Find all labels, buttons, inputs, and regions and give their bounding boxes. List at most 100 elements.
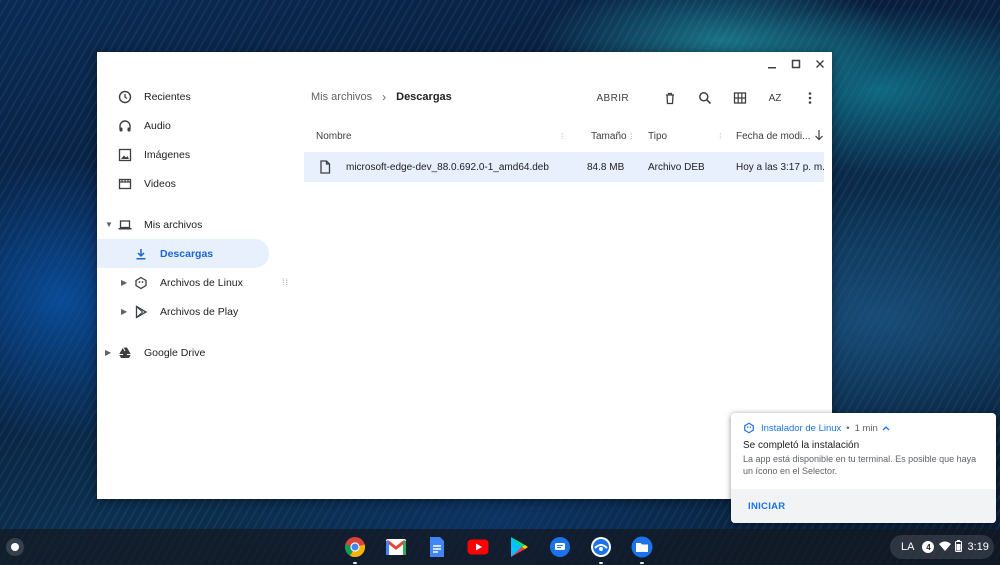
messages-icon [550, 537, 570, 557]
sidebar-item-archivos-de-linux[interactable]: ▶ Archivos de Linux [97, 268, 277, 297]
messages-app[interactable] [548, 535, 572, 559]
table-row[interactable]: microsoft-edge-dev_88.0.692.0-1_amd64.de… [304, 152, 825, 182]
folder-icon [631, 536, 653, 558]
grid-view-button[interactable] [728, 86, 752, 110]
notification-actions: INICIAR [731, 489, 996, 523]
files-app-window: Recientes Audio Imágenes Videos ▼ Mis ar… [97, 52, 832, 499]
chrome-app[interactable] [343, 535, 367, 564]
toolbar: ABRIR AZ [596, 84, 822, 112]
film-icon [118, 177, 132, 191]
file-size: 84.8 MB [587, 162, 625, 173]
maximize-button[interactable] [784, 52, 808, 76]
notification-time: 1 min [854, 422, 878, 434]
column-resize-handle[interactable]: ⁞ [719, 131, 722, 141]
youtube-icon [467, 539, 489, 555]
separator-dot: • [846, 422, 850, 434]
sidebar-item-mis-archivos[interactable]: ▼ Mis archivos [97, 210, 277, 239]
wifi-icon [939, 541, 952, 554]
caret-right-icon[interactable]: ▶ [121, 307, 127, 316]
close-button[interactable] [808, 52, 832, 76]
image-icon [118, 148, 132, 162]
column-header-date[interactable]: Fecha de modi... [736, 131, 810, 142]
column-resize-handle[interactable]: ⁞ [561, 131, 564, 141]
linux-installer-app[interactable] [589, 535, 613, 564]
download-icon [134, 247, 148, 261]
sidebar-resize-handle[interactable]: ⁞⁞ [282, 278, 289, 287]
column-header-name[interactable]: Nombre [316, 131, 352, 142]
column-header-size[interactable]: Tamaño [591, 131, 627, 142]
notification-popup[interactable]: Instalador de Linux • 1 min Se completó … [731, 413, 996, 523]
play-store-icon [134, 304, 148, 319]
linux-icon [134, 276, 148, 290]
sidebar-item-label: Imágenes [144, 148, 191, 161]
caret-right-icon[interactable]: ▶ [105, 348, 111, 357]
sidebar-item-label: Recientes [144, 90, 191, 103]
breadcrumb-root[interactable]: Mis archivos [311, 91, 372, 103]
notification-title: Se completó la instalación [743, 440, 860, 451]
play-store-icon [511, 537, 528, 557]
more-options-button[interactable] [798, 86, 822, 110]
column-resize-handle[interactable]: ⁞ [630, 131, 633, 141]
sidebar-item-label: Videos [144, 177, 176, 190]
table-header: Nombre ⁞ Tamaño ⁞ Tipo ⁞ Fecha de modi..… [304, 122, 824, 150]
sidebar-item-label: Google Drive [144, 346, 206, 359]
start-button[interactable]: INICIAR [748, 501, 785, 512]
notification-header: Instalador de Linux • 1 min [743, 422, 890, 434]
sort-button[interactable]: AZ [763, 86, 787, 110]
youtube-app[interactable] [466, 535, 490, 559]
file-type: Archivo DEB [648, 162, 705, 173]
caret-right-icon[interactable]: ▶ [121, 278, 127, 287]
notification-message: La app está disponible en tu terminal. E… [743, 454, 977, 476]
gmail-app[interactable] [384, 535, 408, 559]
shelf: LA 4 3:19 [0, 529, 1000, 565]
breadcrumb-current: Descargas [396, 91, 452, 103]
file-date: Hoy a las 3:17 p. m. [736, 162, 825, 173]
open-button[interactable]: ABRIR [596, 93, 629, 104]
caret-down-icon[interactable]: ▼ [105, 220, 113, 229]
search-icon [699, 92, 712, 105]
sidebar-item-label: Audio [144, 119, 171, 132]
headphones-icon [118, 119, 132, 133]
trash-icon [666, 92, 674, 105]
file-name: microsoft-edge-dev_88.0.692.0-1_amd64.de… [346, 162, 549, 173]
sidebar-item-label: Archivos de Play [160, 305, 239, 318]
sidebar: Recientes Audio Imágenes Videos ▼ Mis ar… [97, 82, 277, 367]
sidebar-item-label: Mis archivos [144, 218, 203, 231]
gmail-icon [386, 539, 406, 555]
notification-app-name: Instalador de Linux [761, 422, 842, 434]
clock-icon [118, 90, 132, 104]
launcher-button[interactable] [6, 538, 24, 556]
breadcrumb: Mis archivos › Descargas [311, 90, 452, 104]
play-store-app[interactable] [507, 535, 531, 559]
files-app[interactable] [630, 535, 654, 564]
chevron-up-icon[interactable] [882, 423, 890, 434]
drive-icon [118, 346, 132, 360]
clock-time: 3:19 [967, 541, 989, 553]
sidebar-item-label: Archivos de Linux [160, 276, 243, 289]
sort-arrow-down-icon[interactable] [814, 129, 824, 144]
docs-icon [430, 537, 444, 557]
sidebar-item-google-drive[interactable]: ▶ Google Drive [97, 338, 277, 367]
sidebar-item-descargas[interactable]: Descargas [97, 239, 269, 268]
docs-app[interactable] [425, 535, 449, 559]
chevron-right-icon: › [382, 90, 387, 104]
status-tray[interactable]: LA 4 3:19 [890, 535, 994, 559]
minimize-button[interactable] [760, 52, 784, 76]
sidebar-item-label: Descargas [160, 247, 214, 260]
chrome-icon [344, 537, 366, 558]
grid-icon [733, 92, 747, 104]
search-button[interactable] [693, 86, 717, 110]
column-header-type[interactable]: Tipo [648, 131, 667, 142]
ime-indicator: LA [901, 541, 915, 553]
launcher-icon [11, 543, 19, 551]
more-vert-icon [808, 92, 812, 104]
sidebar-item-audio[interactable]: Audio [97, 111, 277, 140]
linux-installer-icon [591, 537, 611, 557]
sidebar-item-recientes[interactable]: Recientes [97, 82, 277, 111]
delete-button[interactable] [658, 86, 682, 110]
sidebar-item-archivos-de-play[interactable]: ▶ Archivos de Play [97, 297, 277, 326]
sidebar-item-videos[interactable]: Videos [97, 169, 277, 198]
sidebar-item-imagenes[interactable]: Imágenes [97, 140, 277, 169]
notification-count-badge: 4 [922, 541, 935, 553]
linux-icon [744, 422, 754, 434]
